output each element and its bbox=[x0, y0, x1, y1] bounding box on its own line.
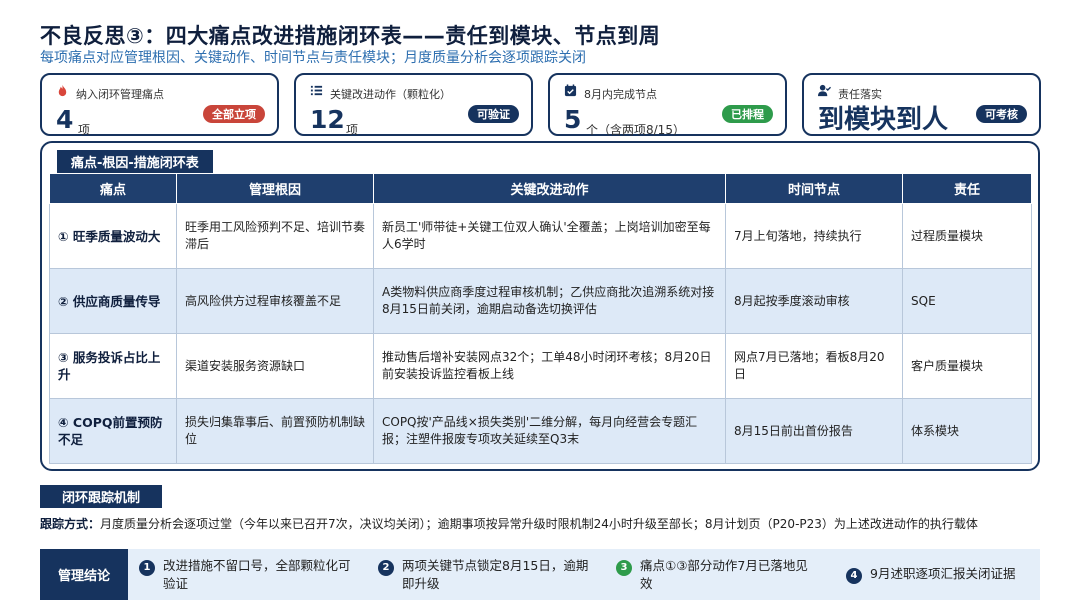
kpi-number: 5 bbox=[564, 105, 582, 134]
conclusion-text: 两项关键节点锁定8月15日，逾期即升级 bbox=[402, 558, 589, 591]
table-header-row: 痛点 管理根因 关键改进动作 时间节点 责任 bbox=[49, 173, 1032, 204]
conclusion-text: 9月述职逐项汇报关闭证据 bbox=[870, 566, 1016, 581]
number-badge-icon: 3 bbox=[616, 560, 632, 576]
number-badge-icon: 2 bbox=[378, 560, 394, 576]
tracking-label: 跟踪方式： bbox=[40, 517, 101, 531]
table-row: ① 旺季质量波动大 旺季用工风险预判不足、培训节奏滞后 新员工'师带徒+关键工位… bbox=[49, 203, 1032, 269]
conclusion-text: 改进措施不留口号，全部颗粒化可验证 bbox=[163, 558, 351, 591]
kpi-label: 责任落实 bbox=[838, 88, 882, 101]
conclusion-bar: 管理结论 1 改进措施不留口号，全部颗粒化可验证 2 两项关键节点锁定8月15日… bbox=[40, 549, 1040, 600]
status-badge: 全部立项 bbox=[203, 105, 265, 123]
pain-cell: ④ COPQ前置预防不足 bbox=[49, 398, 177, 464]
cause-cell: 损失归集靠事后、前置预防机制缺位 bbox=[176, 398, 374, 464]
cause-cell: 高风险供方过程审核覆盖不足 bbox=[176, 268, 374, 334]
owner-cell: 过程质量模块 bbox=[902, 203, 1032, 269]
column-header: 管理根因 bbox=[176, 173, 374, 204]
timeline-cell: 7月上旬落地，持续执行 bbox=[725, 203, 903, 269]
pain-cell: ③ 服务投诉占比上升 bbox=[49, 333, 177, 399]
pain-point-table: 痛点 管理根因 关键改进动作 时间节点 责任 ① 旺季质量波动大 旺季用工风险预… bbox=[49, 173, 1032, 464]
page-subtitle: 每项痛点对应管理根因、关键动作、时间节点与责任模块；月度质量分析会逐项跟踪关闭 bbox=[40, 50, 586, 66]
action-cell: COPQ按'产品线×损失类别'二维分解，每月向经营会专题汇报；注塑件报废专项攻关… bbox=[373, 398, 726, 464]
cause-cell: 旺季用工风险预判不足、培训节奏滞后 bbox=[176, 203, 374, 269]
kpi-label: 8月内完成节点 bbox=[584, 88, 657, 101]
kpi-label: 关键改进动作（颗粒化） bbox=[330, 88, 451, 101]
tracking-body: 月度质量分析会逐项过堂（今年以来已召开7次，决议均关闭）；逾期事项按异常升级时限… bbox=[100, 517, 978, 531]
action-cell: 新员工'师带徒+关键工位双人确认'全覆盖；上岗培训加密至每人6学时 bbox=[373, 203, 726, 269]
column-header: 关键改进动作 bbox=[373, 173, 726, 204]
calendar-check-icon bbox=[564, 84, 577, 97]
table-section-label: 痛点-根因-措施闭环表 bbox=[57, 150, 213, 173]
kpi-highlight: 到模块到人 bbox=[818, 105, 949, 135]
action-cell: 推动售后增补安装网点32个；工单48小时闭环考核；8月20日前安装投诉监控看板上… bbox=[373, 333, 726, 399]
table-row: ③ 服务投诉占比上升 渠道安装服务资源缺口 推动售后增补安装网点32个；工单48… bbox=[49, 333, 1032, 399]
timeline-cell: 8月起按季度滚动审核 bbox=[725, 268, 903, 334]
pain-cell: ② 供应商质量传导 bbox=[49, 268, 177, 334]
status-badge: 已排程 bbox=[722, 105, 773, 123]
kpi-card-pain-points: 纳入闭环管理痛点 4 项 全部立项 bbox=[40, 73, 279, 137]
conclusion-text: 痛点①③部分动作7月已落地见效 bbox=[640, 558, 808, 591]
kpi-card-key-actions: 关键改进动作（颗粒化） 12 项 可验证 bbox=[294, 73, 533, 137]
timeline-cell: 网点7月已落地；看板8月20日 bbox=[725, 333, 903, 399]
tracking-text: 跟踪方式：月度质量分析会逐项过堂（今年以来已召开7次，决议均关闭）；逾期事项按异… bbox=[40, 515, 1040, 533]
kpi-card-august-nodes: 8月内完成节点 5 个（含两项8/15） 已排程 bbox=[548, 73, 787, 137]
column-header: 责任 bbox=[902, 173, 1032, 204]
list-icon bbox=[310, 85, 323, 96]
kpi-unit: 项 bbox=[346, 123, 359, 137]
kpi-label: 纳入闭环管理痛点 bbox=[76, 88, 164, 101]
status-badge: 可验证 bbox=[468, 105, 519, 123]
column-header: 痛点 bbox=[49, 173, 177, 204]
conclusion-label: 管理结论 bbox=[40, 549, 128, 600]
flame-icon bbox=[58, 84, 67, 97]
kpi-number: 4 bbox=[56, 105, 74, 134]
cause-cell: 渠道安装服务资源缺口 bbox=[176, 333, 374, 399]
owner-cell: SQE bbox=[902, 268, 1032, 334]
page-title: 不良反思③：四大痛点改进措施闭环表——责任到模块、节点到周 bbox=[40, 24, 661, 48]
owner-cell: 体系模块 bbox=[902, 398, 1032, 464]
kpi-unit: 个（含两项8/15） bbox=[586, 123, 685, 137]
kpi-card-responsibility: 责任落实 到模块到人 可考核 bbox=[802, 73, 1041, 136]
timeline-cell: 8月15日前出首份报告 bbox=[725, 398, 903, 464]
tracking-section-label: 闭环跟踪机制 bbox=[40, 485, 163, 508]
status-badge: 可考核 bbox=[976, 105, 1027, 123]
action-cell: A类物料供应商季度过程审核机制；乙供应商批次追溯系统对接8月15日前关闭，逾期启… bbox=[373, 268, 726, 334]
user-check-icon bbox=[818, 84, 831, 97]
pain-cell: ① 旺季质量波动大 bbox=[49, 203, 177, 269]
number-badge-icon: 1 bbox=[139, 560, 155, 576]
table-row: ④ COPQ前置预防不足 损失归集靠事后、前置预防机制缺位 COPQ按'产品线×… bbox=[49, 398, 1032, 464]
owner-cell: 客户质量模块 bbox=[902, 333, 1032, 399]
column-header: 时间节点 bbox=[725, 173, 903, 204]
kpi-number: 12 bbox=[310, 105, 345, 134]
kpi-unit: 项 bbox=[78, 123, 91, 137]
number-badge-icon: 4 bbox=[846, 568, 862, 584]
table-row: ② 供应商质量传导 高风险供方过程审核覆盖不足 A类物料供应商季度过程审核机制；… bbox=[49, 268, 1032, 334]
